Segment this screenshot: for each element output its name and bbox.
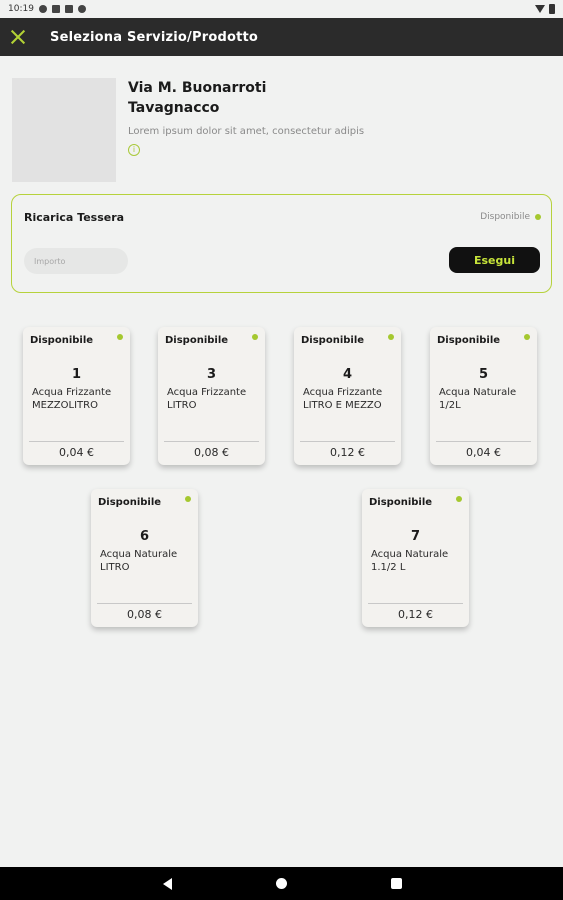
status-bar: 10:19 [0, 0, 563, 18]
divider [436, 441, 531, 442]
product-name: Acqua Frizzante LITRO E MEZZO [303, 387, 383, 411]
app-bar: Seleziona Servizio/Prodotto [0, 18, 563, 56]
product-card[interactable]: Disponibile 7 Acqua Naturale 1.1/2 L 0,1… [362, 489, 469, 627]
status-dot-icon [117, 334, 123, 340]
product-card[interactable]: Disponibile 1 Acqua Frizzante MEZZOLITRO… [23, 327, 130, 465]
back-icon[interactable] [163, 878, 172, 890]
product-price: 0,12 € [330, 446, 365, 459]
status-dot-icon [456, 496, 462, 502]
product-name: Acqua Frizzante LITRO [167, 387, 247, 411]
product-number: 7 [410, 529, 421, 544]
product-number: 4 [342, 367, 353, 382]
product-name: Acqua Frizzante MEZZOLITRO [32, 387, 112, 411]
product-name: Acqua Naturale 1.1/2 L [371, 549, 449, 573]
ricarica-title: Ricarica Tessera [24, 211, 125, 224]
product-status: Disponibile [301, 335, 365, 346]
notification-icon [77, 5, 86, 13]
wifi-icon [535, 5, 545, 13]
divider [164, 441, 259, 442]
close-icon[interactable] [10, 29, 26, 45]
product-number: 3 [206, 367, 217, 382]
product-number: 1 [71, 367, 82, 382]
amount-input[interactable] [24, 248, 128, 274]
product-status: Disponibile [98, 497, 162, 508]
notification-icon [64, 5, 73, 13]
recent-apps-icon[interactable] [391, 878, 402, 889]
battery-icon [549, 4, 555, 14]
system-nav-bar [0, 867, 563, 900]
divider [300, 441, 395, 442]
home-icon[interactable] [276, 878, 287, 889]
location-description: Lorem ipsum dolor sit amet, consectetur … [128, 126, 365, 137]
ricarica-tessera-card: Ricarica Tessera Disponibile Esegui [11, 194, 552, 293]
product-number: 5 [478, 367, 489, 382]
status-dot-icon [524, 334, 530, 340]
esegui-button[interactable]: Esegui [449, 247, 540, 273]
divider [368, 603, 463, 604]
notification-icon [51, 5, 60, 13]
notification-icon [38, 5, 47, 13]
location-image [12, 78, 116, 182]
ricarica-status-label: Disponibile [480, 212, 530, 222]
product-price: 0,08 € [127, 608, 162, 621]
product-status: Disponibile [437, 335, 501, 346]
product-number: 6 [139, 529, 150, 544]
product-card[interactable]: Disponibile 5 Acqua Naturale 1/2L 0,04 € [430, 327, 537, 465]
page-title: Seleziona Servizio/Prodotto [50, 29, 259, 45]
status-dot-icon [252, 334, 258, 340]
info-icon[interactable]: i [128, 144, 140, 156]
location-city: Tavagnacco [128, 100, 220, 116]
status-dot-icon [535, 214, 541, 220]
product-status: Disponibile [369, 497, 433, 508]
location-street: Via M. Buonarroti [128, 80, 267, 96]
product-status: Disponibile [30, 335, 94, 346]
product-price: 0,04 € [59, 446, 94, 459]
product-name: Acqua Naturale 1/2L [439, 387, 517, 411]
product-card[interactable]: Disponibile 4 Acqua Frizzante LITRO E ME… [294, 327, 401, 465]
product-card[interactable]: Disponibile 6 Acqua Naturale LITRO 0,08 … [91, 489, 198, 627]
divider [29, 441, 124, 442]
product-status: Disponibile [165, 335, 229, 346]
status-dot-icon [185, 496, 191, 502]
product-card[interactable]: Disponibile 3 Acqua Frizzante LITRO 0,08… [158, 327, 265, 465]
product-name: Acqua Naturale LITRO [100, 549, 178, 573]
divider [97, 603, 192, 604]
status-dot-icon [388, 334, 394, 340]
ricarica-status: Disponibile [480, 212, 541, 222]
product-price: 0,04 € [466, 446, 501, 459]
location-header: Via M. Buonarroti Tavagnacco Lorem ipsum… [0, 66, 563, 182]
product-price: 0,12 € [398, 608, 433, 621]
status-time: 10:19 [8, 4, 34, 14]
product-price: 0,08 € [194, 446, 229, 459]
